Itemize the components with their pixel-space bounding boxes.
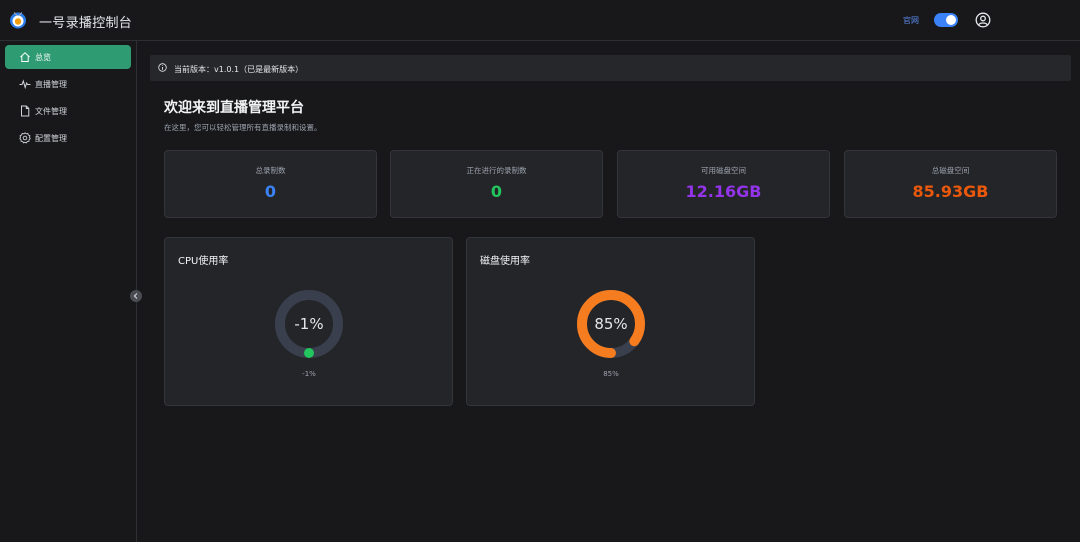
file-icon — [21, 105, 30, 117]
stat-label: 总录制数 — [255, 166, 286, 175]
sidebar-item-files[interactable]: 文件管理 — [5, 99, 131, 123]
app-logo — [10, 12, 26, 29]
sidebar-item-label: 文件管理 — [35, 107, 67, 116]
stat-value: 0 — [490, 182, 503, 201]
stat-label: 总磁盘空间 — [931, 166, 970, 175]
stat-card-total-disk: 总磁盘空间 85.93GB — [844, 150, 1057, 218]
stat-value: 85.93GB — [912, 182, 989, 201]
stat-card-total-recordings: 总录制数 0 — [164, 150, 377, 218]
stat-label: 可用磁盘空间 — [701, 166, 746, 175]
cpu-usage-card: CPU使用率 -1% -1% — [164, 237, 453, 406]
sidebar-item-label: 直播管理 — [35, 80, 67, 89]
cpu-usage-marker — [304, 348, 314, 358]
gauge-caption: 85% — [603, 370, 619, 378]
gauge-title: CPU使用率 — [178, 256, 229, 267]
toggle-knob — [946, 15, 956, 25]
sidebar-item-config[interactable]: 配置管理 — [5, 126, 131, 150]
top-header: 一号录播控制台 官网 — [0, 0, 1080, 41]
sidebar-item-label: 总览 — [35, 53, 51, 62]
user-icon[interactable] — [975, 12, 991, 28]
sidebar-item-live[interactable]: 直播管理 — [5, 72, 131, 96]
gauge-title: 磁盘使用率 — [480, 256, 530, 267]
app-title: 一号录播控制台 — [39, 16, 133, 31]
page-subtitle: 在这里，您可以轻松管理所有直播录制和设置。 — [164, 123, 322, 132]
gauge-center-value: -1% — [294, 315, 324, 333]
sidebar-item-overview[interactable]: 总览 — [5, 45, 131, 69]
info-icon — [158, 63, 167, 72]
official-site-link[interactable]: 官网 — [903, 15, 919, 26]
stat-value: 0 — [264, 182, 277, 201]
disk-usage-card: 磁盘使用率 85% 85% — [466, 237, 755, 406]
main-content: 当前版本：v1.0.1（已是最新版本） 欢迎来到直播管理平台 在这里，您可以轻松… — [138, 41, 1080, 542]
stat-label: 正在进行的录制数 — [466, 166, 527, 175]
home-icon — [20, 52, 30, 62]
gauge-caption: -1% — [302, 370, 316, 378]
stat-card-active-recordings: 正在进行的录制数 0 — [390, 150, 603, 218]
sidebar: 总览 直播管理 文件管理 配置管理 — [0, 41, 137, 542]
pulse-icon — [19, 79, 31, 90]
version-alert: 当前版本：v1.0.1（已是最新版本） — [150, 55, 1071, 81]
stat-value: 12.16GB — [685, 182, 762, 201]
sidebar-item-label: 配置管理 — [35, 134, 67, 143]
page-title: 欢迎来到直播管理平台 — [164, 100, 304, 116]
gauge-center-value: 85% — [594, 315, 628, 333]
stat-card-free-disk: 可用磁盘空间 12.16GB — [617, 150, 830, 218]
version-text: 当前版本：v1.0.1（已是最新版本） — [174, 65, 304, 74]
gear-icon — [19, 132, 31, 144]
theme-toggle[interactable] — [934, 13, 958, 27]
